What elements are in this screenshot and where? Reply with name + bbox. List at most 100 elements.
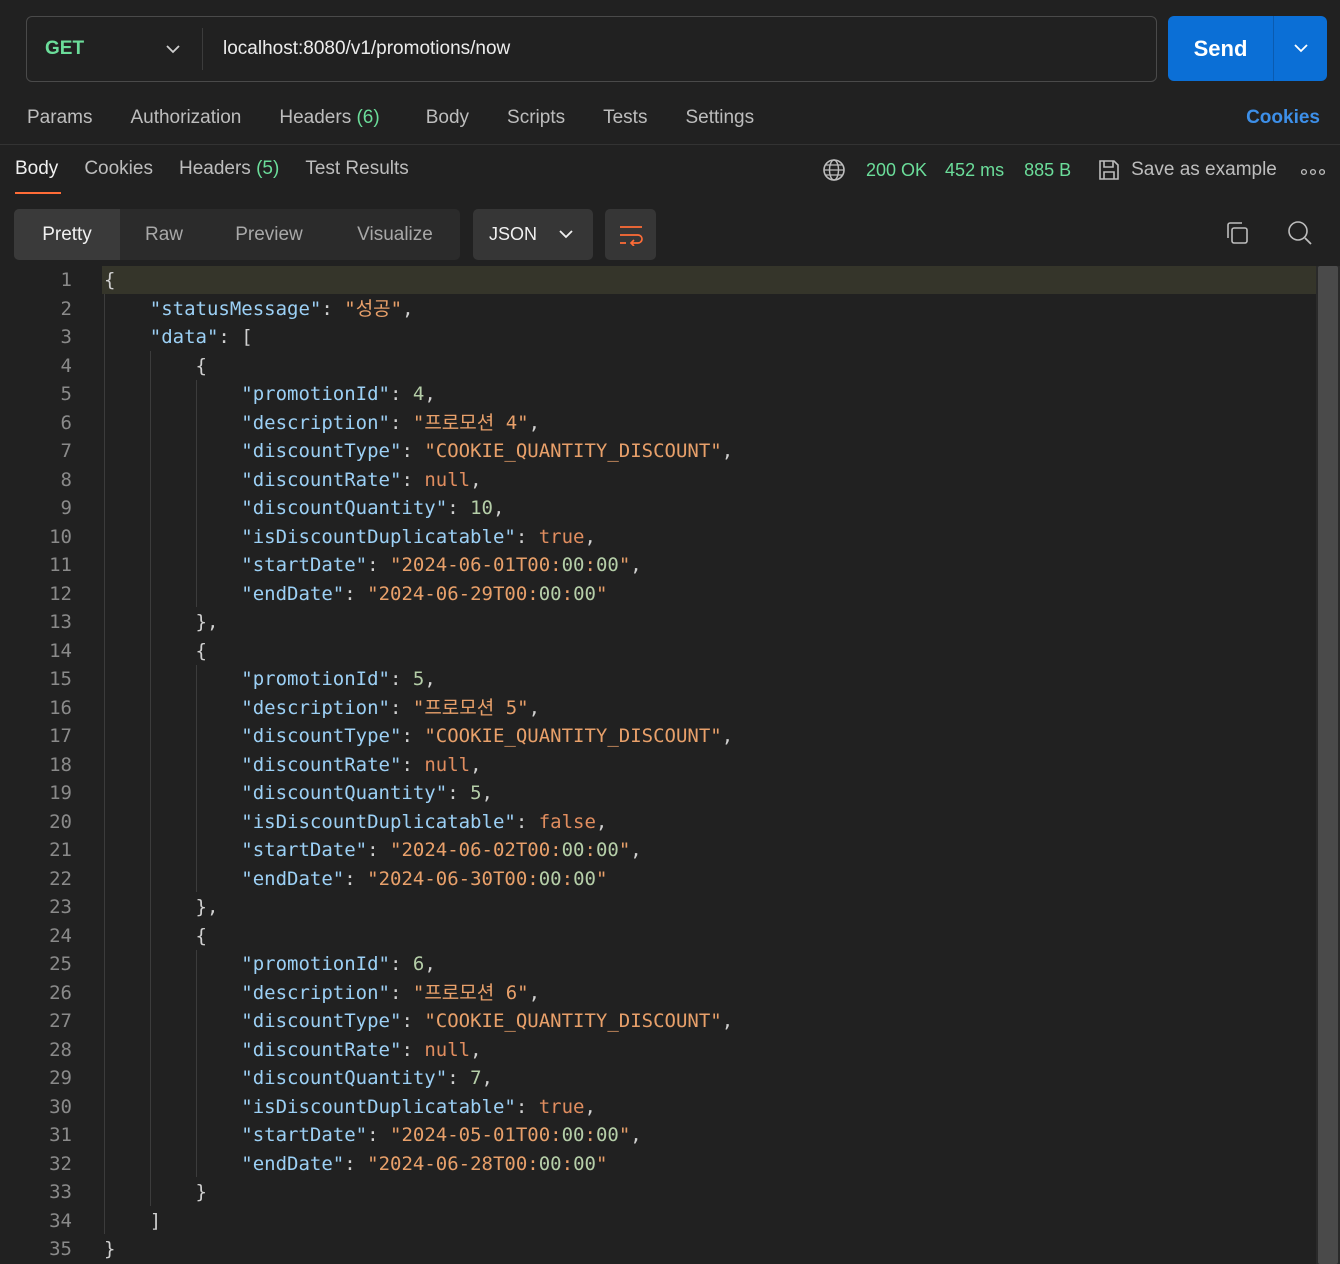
code-line: 27 "discountType": "COOKIE_QUANTITY_DISC… [0, 1007, 733, 1036]
line-number: 16 [49, 696, 72, 719]
format-label: JSON [489, 224, 538, 244]
line-number: 23 [49, 896, 72, 918]
code-line: 18 "discountRate": null, [0, 751, 733, 780]
view-preview-button[interactable]: Preview [208, 209, 330, 260]
search-icon[interactable] [1287, 220, 1313, 251]
response-tab-test-results[interactable]: Test Results [305, 158, 408, 194]
tab-label: Authorization [130, 107, 242, 128]
line-number: 33 [49, 1181, 72, 1203]
line-number: 11 [49, 554, 72, 576]
code-text: }, [104, 896, 219, 918]
tab-params[interactable]: Params [27, 107, 92, 129]
url-input[interactable]: localhost:8080/v1/promotions/now [203, 38, 510, 60]
wrap-lines-icon [619, 225, 643, 246]
status-code[interactable]: 200 OK [866, 160, 927, 181]
tab-tests[interactable]: Tests [603, 107, 647, 129]
send-button[interactable]: Send [1168, 16, 1274, 81]
tab-label: Scripts [507, 107, 566, 128]
code-text: "startDate": "2024-06-02T00:00:00", [241, 839, 642, 861]
wrap-lines-button[interactable] [605, 209, 656, 260]
code-line: 12 "endDate": "2024-06-29T00:00:00" [0, 580, 733, 609]
code-line: 9 "discountQuantity": 10, [0, 494, 733, 523]
copy-icon[interactable] [1224, 220, 1250, 251]
view-visualize-button[interactable]: Visualize [330, 209, 460, 260]
line-number: 24 [49, 924, 72, 947]
code-line: 19 "discountQuantity": 5, [0, 779, 733, 808]
code-text: ] [104, 1209, 162, 1232]
tab-label: Headers [279, 107, 352, 128]
code-text: "isDiscountDuplicatable": false, [241, 810, 608, 833]
tab-label: Test Results [305, 158, 409, 179]
code-text: "discountType": "COOKIE_QUANTITY_DISCOUN… [241, 1010, 734, 1032]
line-number: 3 [60, 326, 72, 348]
response-tab-body[interactable]: Body [15, 158, 62, 194]
tab-label: Settings [685, 107, 755, 128]
code-text: "endDate": "2024-06-28T00:00:00" [241, 1152, 608, 1175]
response-time[interactable]: 452 ms [945, 160, 1004, 181]
code-text: { [104, 269, 116, 291]
scrollbar-track[interactable] [1316, 266, 1340, 1264]
format-select[interactable]: JSON [473, 209, 593, 260]
more-options-icon[interactable] [1300, 160, 1325, 181]
code-line: 16 "description": "프로모션 5", [0, 694, 733, 723]
line-number: 30 [49, 1095, 72, 1118]
code-text: "discountType": "COOKIE_QUANTITY_DISCOUN… [241, 725, 734, 747]
tab-authorization[interactable]: Authorization [130, 107, 241, 129]
save-as-example-button[interactable]: Save as example [1097, 158, 1277, 182]
code-line: 20 "isDiscountDuplicatable": false, [0, 808, 733, 837]
code-text: "promotionId": 5, [241, 668, 436, 690]
code-text: "description": "프로모션 6", [241, 981, 541, 1004]
code-line: 34 ] [0, 1207, 733, 1236]
line-number: 4 [60, 354, 72, 377]
view-mode-group: Pretty Raw Preview Visualize [14, 209, 460, 260]
code-line: 26 "description": "프로모션 6", [0, 979, 733, 1008]
method-select[interactable]: GET [27, 28, 203, 70]
code-text: "endDate": "2024-06-29T00:00:00" [241, 582, 608, 605]
send-button-group: Send [1168, 16, 1327, 81]
divider [0, 144, 1340, 145]
line-number: 34 [49, 1209, 72, 1232]
code-line: 10 "isDiscountDuplicatable": true, [0, 523, 733, 552]
line-number: 7 [60, 440, 72, 462]
code-line: 30 "isDiscountDuplicatable": true, [0, 1093, 733, 1122]
line-number: 15 [49, 668, 72, 690]
line-number: 5 [60, 383, 72, 405]
response-tab-headers[interactable]: Headers (5) [179, 158, 279, 194]
tab-label: Tests [603, 107, 648, 128]
save-as-example-label: Save as example [1131, 159, 1277, 180]
tab-scripts[interactable]: Scripts [507, 107, 565, 129]
line-number: 19 [49, 782, 72, 804]
cookies-link[interactable]: Cookies [1246, 107, 1320, 129]
code-text: { [104, 924, 207, 947]
globe-icon[interactable] [822, 158, 846, 182]
code-line: 13 }, [0, 608, 733, 637]
tab-body[interactable]: Body [426, 107, 469, 129]
send-options-button[interactable] [1274, 16, 1327, 81]
code-text: "promotionId": 4, [241, 383, 436, 405]
line-number: 10 [49, 525, 72, 548]
tab-headers[interactable]: Headers (6) [279, 107, 379, 129]
code-line: 2 "statusMessage": "성공", [0, 295, 733, 324]
tab-settings[interactable]: Settings [685, 107, 754, 129]
code-line: 29 "discountQuantity": 7, [0, 1064, 733, 1093]
view-pretty-button[interactable]: Pretty [14, 209, 120, 260]
view-raw-button[interactable]: Raw [120, 209, 208, 260]
scrollbar-thumb[interactable] [1318, 266, 1338, 1264]
code-line: 14 { [0, 637, 733, 666]
response-body-editor[interactable]: 1{2 "statusMessage": "성공", 3 "data": [4 {… [0, 266, 1340, 1264]
code-text: "discountRate": null, [241, 1038, 482, 1061]
code-line: 21 "startDate": "2024-06-02T00:00:00", [0, 836, 733, 865]
response-tab-cookies[interactable]: Cookies [84, 158, 153, 194]
line-number: 8 [60, 468, 72, 491]
line-number: 26 [49, 981, 72, 1004]
code-line: 11 "startDate": "2024-06-01T00:00:00", [0, 551, 733, 580]
code-text: { [104, 354, 207, 377]
response-size[interactable]: 885 B [1024, 160, 1071, 181]
code-text: "description": "프로모션 4", [241, 411, 541, 434]
chevron-down-icon [166, 44, 180, 53]
code-text: "description": "프로모션 5", [241, 696, 541, 719]
line-number: 20 [49, 810, 72, 833]
code-line: 6 "description": "프로모션 4", [0, 409, 733, 438]
code-line: 17 "discountType": "COOKIE_QUANTITY_DISC… [0, 722, 733, 751]
code-line: 3 "data": [ [0, 323, 733, 352]
